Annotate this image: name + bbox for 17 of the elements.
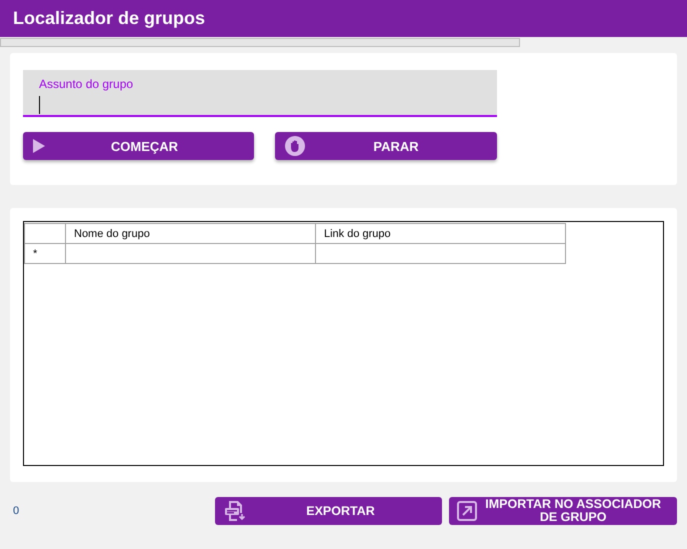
table-cell[interactable]	[316, 244, 566, 264]
start-button[interactable]: COMEÇAR	[23, 132, 254, 160]
external-link-icon	[457, 501, 478, 521]
result-count: 0	[13, 505, 20, 517]
export-button[interactable]: EXPORTAR	[214, 497, 442, 525]
column-header: Link do grupo	[316, 224, 566, 244]
document-download-icon	[222, 499, 247, 523]
hand-icon	[285, 136, 305, 156]
window-title: Localizador de grupos	[13, 8, 206, 29]
column-header: Nome do grupo	[66, 224, 316, 244]
row-header	[24, 224, 66, 244]
import-button[interactable]: IMPORTAR NO ASSOCIADOR DE GRUPO	[449, 497, 677, 525]
play-icon	[33, 139, 45, 153]
search-field[interactable]: Assunto do grupo	[23, 70, 497, 117]
stop-button[interactable]: PARAR	[275, 132, 497, 160]
row-marker: *	[24, 244, 66, 264]
table-cell[interactable]	[66, 244, 316, 264]
